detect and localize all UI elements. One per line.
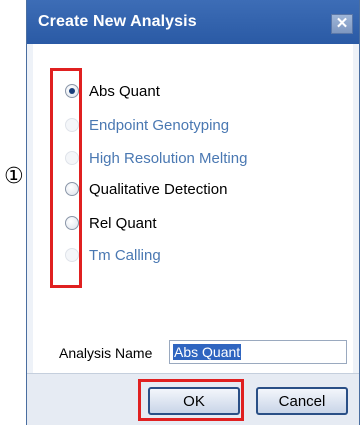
close-icon: ✕	[335, 15, 349, 32]
close-button[interactable]: ✕	[331, 14, 353, 34]
analysis-name-input[interactable]: Abs Quant	[169, 340, 347, 364]
dialog-titlebar: Create New Analysis ✕	[27, 0, 359, 44]
dialog-title: Create New Analysis	[38, 13, 197, 30]
option-endpoint-genotyping: Endpoint Genotyping	[65, 114, 229, 136]
analysis-name-label: Analysis Name	[59, 345, 153, 361]
cancel-button[interactable]: Cancel	[256, 387, 348, 415]
option-label: Qualitative Detection	[89, 180, 228, 198]
option-label: Endpoint Genotyping	[89, 116, 230, 134]
option-label: Abs Quant	[89, 82, 160, 100]
option-label: High Resolution Melting	[89, 149, 248, 167]
highlight-box-ok-button	[138, 379, 244, 421]
annotation-marker-1: ①	[4, 164, 24, 189]
option-qualitative-detection[interactable]: Qualitative Detection	[65, 178, 227, 200]
option-high-resolution-melting: High Resolution Melting	[65, 147, 247, 169]
option-label: Tm Calling	[89, 246, 161, 264]
analysis-name-value: Abs Quant	[173, 344, 242, 360]
option-label: Rel Quant	[89, 214, 157, 232]
highlight-box-radio-group	[50, 68, 82, 288]
